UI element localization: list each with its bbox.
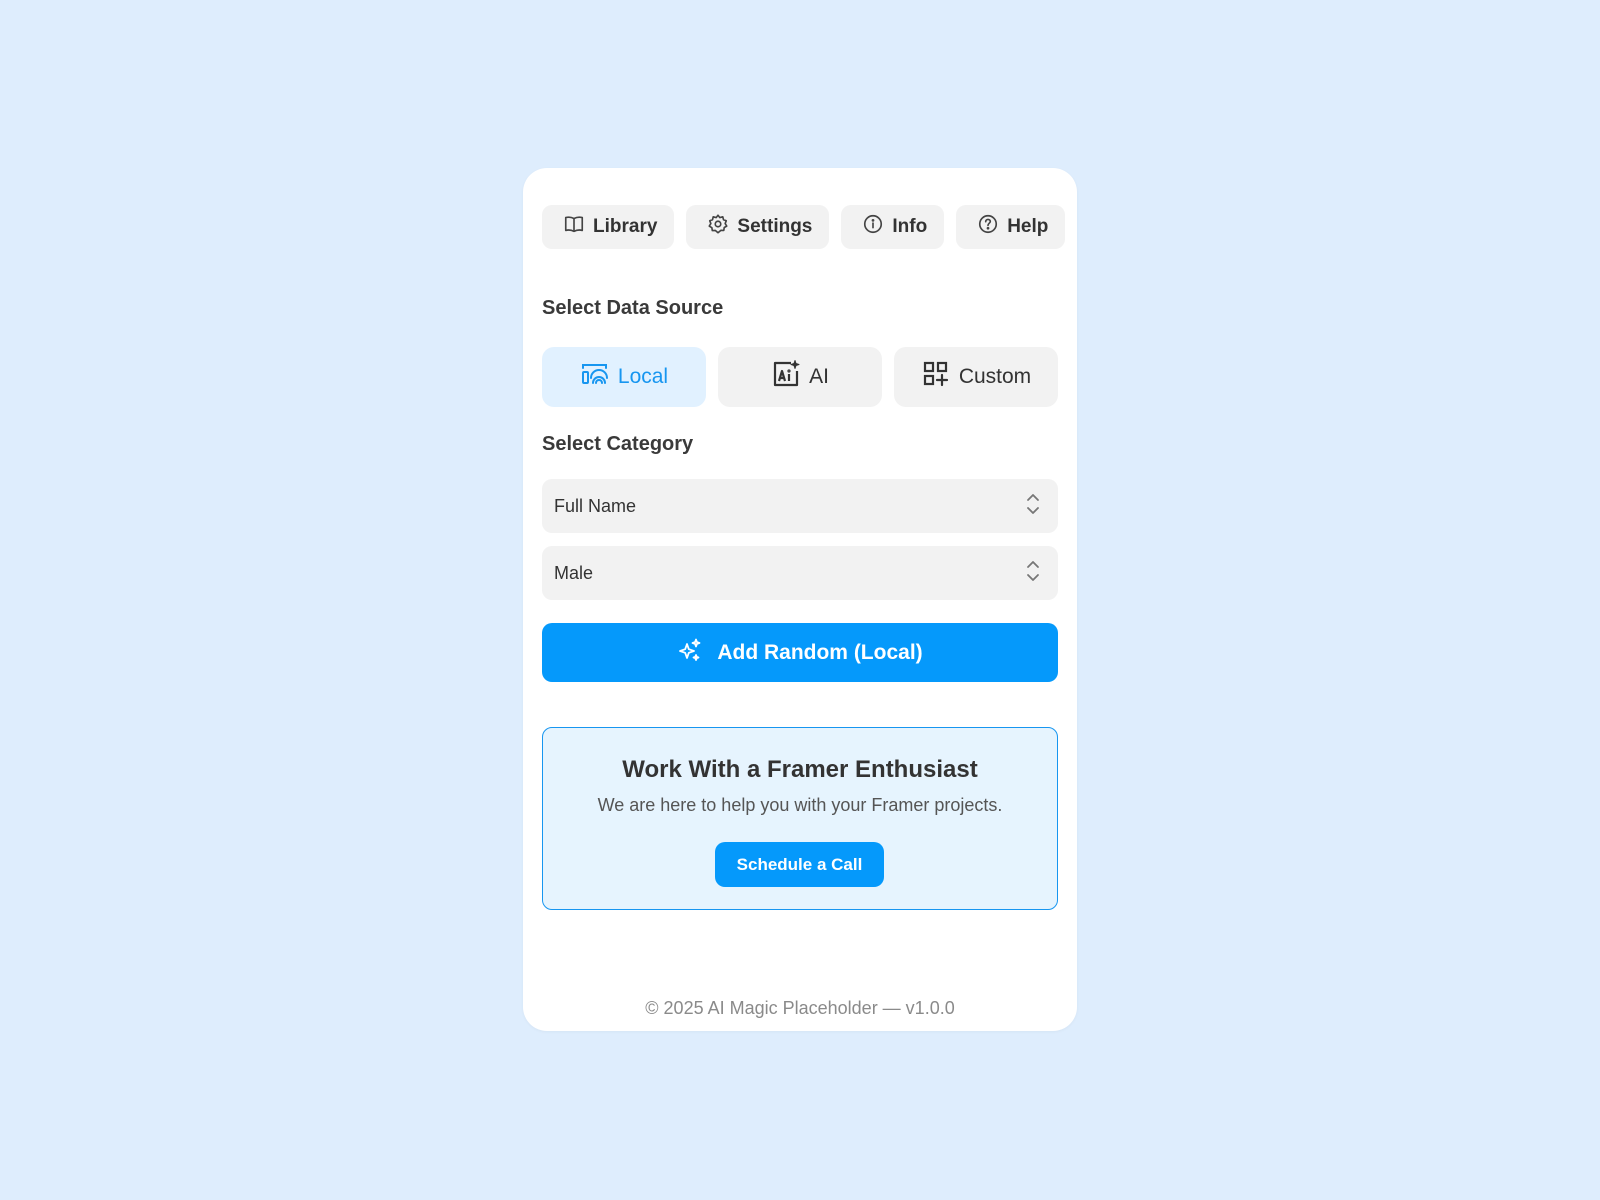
promo-title: Work With a Framer Enthusiast bbox=[622, 756, 978, 783]
library-button[interactable]: Library bbox=[542, 205, 675, 249]
source-custom-button[interactable]: Custom bbox=[894, 347, 1058, 407]
category-select[interactable]: Full Name bbox=[542, 479, 1058, 533]
book-icon bbox=[563, 213, 585, 241]
data-source-heading: Select Data Source bbox=[542, 297, 724, 319]
category-heading: Select Category bbox=[542, 433, 694, 455]
help-button[interactable]: Help bbox=[956, 205, 1066, 249]
ai-sparkle-icon bbox=[771, 359, 801, 395]
add-random-button[interactable]: Add Random (Local) bbox=[542, 623, 1058, 682]
gender-select-value: Male bbox=[554, 562, 594, 583]
sparkles-icon bbox=[677, 637, 703, 669]
grid-plus-icon bbox=[921, 359, 951, 395]
gear-icon bbox=[707, 213, 729, 241]
source-local-button[interactable]: Local bbox=[542, 347, 706, 407]
source-ai-label: AI bbox=[809, 365, 829, 388]
source-local-label: Local bbox=[617, 365, 669, 388]
plugin-panel: Library Settings Info Help Select Data S… bbox=[523, 168, 1077, 1031]
top-toolbar: Library Settings Info Help bbox=[542, 205, 1066, 249]
settings-button[interactable]: Settings bbox=[686, 205, 830, 249]
promo-subtitle: We are here to help you with your Framer… bbox=[597, 795, 1003, 815]
info-icon bbox=[862, 213, 884, 241]
help-label: Help bbox=[1007, 216, 1049, 237]
promo-card: Work With a Framer Enthusiast We are her… bbox=[542, 727, 1058, 910]
info-button[interactable]: Info bbox=[841, 205, 945, 249]
schedule-call-button[interactable]: Schedule a Call bbox=[715, 842, 884, 887]
source-custom-label: Custom bbox=[958, 365, 1032, 388]
settings-label: Settings bbox=[737, 216, 813, 237]
category-select-value: Full Name bbox=[554, 495, 637, 516]
library-label: Library bbox=[593, 216, 658, 237]
info-label: Info bbox=[892, 216, 928, 237]
data-source-selector: Local AI Custom bbox=[542, 347, 1058, 407]
question-icon bbox=[977, 213, 999, 241]
source-ai-button[interactable]: AI bbox=[718, 347, 882, 407]
chevron-updown-icon bbox=[1024, 490, 1042, 523]
add-random-label: Add Random (Local) bbox=[717, 640, 923, 664]
gender-select[interactable]: Male bbox=[542, 546, 1058, 600]
local-data-icon bbox=[580, 359, 610, 395]
chevron-updown-icon bbox=[1024, 557, 1042, 590]
footer-text: © 2025 AI Magic Placeholder — v1.0.0 bbox=[645, 998, 955, 1018]
